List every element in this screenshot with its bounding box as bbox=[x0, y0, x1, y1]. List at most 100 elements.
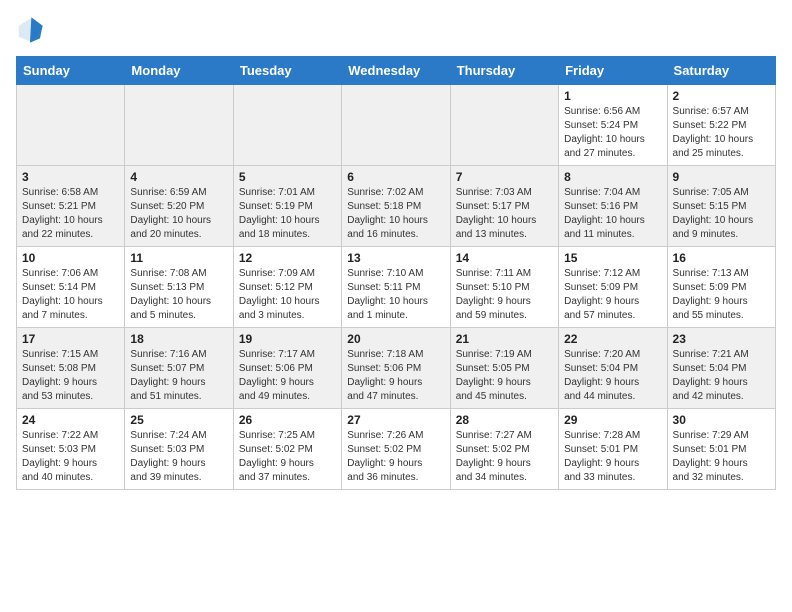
day-number: 9 bbox=[673, 170, 770, 184]
day-number: 24 bbox=[22, 413, 119, 427]
day-info: Sunrise: 6:59 AM Sunset: 5:20 PM Dayligh… bbox=[130, 186, 227, 242]
day-info: Sunrise: 7:16 AM Sunset: 5:07 PM Dayligh… bbox=[130, 348, 227, 404]
calendar-day-cell: 10 Sunrise: 7:06 AM Sunset: 5:14 PM Dayli… bbox=[17, 247, 125, 328]
day-info: Sunrise: 7:17 AM Sunset: 5:06 PM Dayligh… bbox=[239, 348, 336, 404]
logo bbox=[16, 16, 48, 44]
day-info: Sunrise: 7:28 AM Sunset: 5:01 PM Dayligh… bbox=[564, 429, 661, 485]
day-info: Sunrise: 7:03 AM Sunset: 5:17 PM Dayligh… bbox=[456, 186, 553, 242]
calendar-day-cell: 16Sunrise: 7:13 AM Sunset: 5:09 PM Dayli… bbox=[667, 247, 775, 328]
calendar-week-row: 24 Sunrise: 7:22 AM Sunset: 5:03 PM Dayli… bbox=[17, 409, 776, 490]
calendar-day-cell: 14 Sunrise: 7:11 AM Sunset: 5:10 PM Dayli… bbox=[450, 247, 558, 328]
day-number: 2 bbox=[673, 89, 770, 103]
day-info: Sunrise: 7:21 AM Sunset: 5:04 PM Dayligh… bbox=[673, 348, 770, 404]
calendar-day-cell: 22Sunrise: 7:20 AM Sunset: 5:04 PM Dayli… bbox=[559, 328, 667, 409]
day-number: 25 bbox=[130, 413, 227, 427]
calendar-day-cell: 27 Sunrise: 7:26 AM Sunset: 5:02 PM Dayli… bbox=[342, 409, 450, 490]
day-info: Sunrise: 7:09 AM Sunset: 5:12 PM Dayligh… bbox=[239, 267, 336, 323]
calendar-day-cell bbox=[125, 85, 233, 166]
day-number: 5 bbox=[239, 170, 336, 184]
calendar-day-cell: 21Sunrise: 7:19 AM Sunset: 5:05 PM Dayli… bbox=[450, 328, 558, 409]
day-number: 3 bbox=[22, 170, 119, 184]
day-number: 14 bbox=[456, 251, 553, 265]
calendar-day-cell bbox=[342, 85, 450, 166]
calendar-day-cell: 28 Sunrise: 7:27 AM Sunset: 5:02 PM Dayli… bbox=[450, 409, 558, 490]
day-number: 8 bbox=[564, 170, 661, 184]
day-number: 6 bbox=[347, 170, 444, 184]
calendar-day-cell bbox=[233, 85, 341, 166]
calendar-day-cell: 5 Sunrise: 7:01 AM Sunset: 5:19 PM Daylig… bbox=[233, 166, 341, 247]
day-number: 12 bbox=[239, 251, 336, 265]
calendar-day-cell: 18 Sunrise: 7:16 AM Sunset: 5:07 PM Dayli… bbox=[125, 328, 233, 409]
day-number: 1 bbox=[564, 89, 661, 103]
day-info: Sunrise: 7:18 AM Sunset: 5:06 PM Dayligh… bbox=[347, 348, 444, 404]
calendar-day-cell: 9 Sunrise: 7:05 AM Sunset: 5:15 PM Daylig… bbox=[667, 166, 775, 247]
calendar-day-cell: 1 Sunrise: 6:56 AM Sunset: 5:24 PM Daylig… bbox=[559, 85, 667, 166]
day-number: 18 bbox=[130, 332, 227, 346]
day-info: Sunrise: 7:06 AM Sunset: 5:14 PM Dayligh… bbox=[22, 267, 119, 323]
day-number: 27 bbox=[347, 413, 444, 427]
calendar-week-row: 1 Sunrise: 6:56 AM Sunset: 5:24 PM Daylig… bbox=[17, 85, 776, 166]
weekday-header: Sunday bbox=[17, 57, 125, 85]
day-number: 30 bbox=[673, 413, 770, 427]
day-info: Sunrise: 7:27 AM Sunset: 5:02 PM Dayligh… bbox=[456, 429, 553, 485]
day-info: Sunrise: 7:12 AM Sunset: 5:09 PM Dayligh… bbox=[564, 267, 661, 323]
day-info: Sunrise: 7:22 AM Sunset: 5:03 PM Dayligh… bbox=[22, 429, 119, 485]
day-info: Sunrise: 6:56 AM Sunset: 5:24 PM Dayligh… bbox=[564, 105, 661, 161]
day-info: Sunrise: 7:29 AM Sunset: 5:01 PM Dayligh… bbox=[673, 429, 770, 485]
day-number: 19 bbox=[239, 332, 336, 346]
calendar-day-cell: 2 Sunrise: 6:57 AM Sunset: 5:22 PM Daylig… bbox=[667, 85, 775, 166]
day-number: 26 bbox=[239, 413, 336, 427]
calendar-day-cell: 15Sunrise: 7:12 AM Sunset: 5:09 PM Dayli… bbox=[559, 247, 667, 328]
calendar-day-cell: 20 Sunrise: 7:18 AM Sunset: 5:06 PM Dayli… bbox=[342, 328, 450, 409]
calendar-day-cell: 6 Sunrise: 7:02 AM Sunset: 5:18 PM Daylig… bbox=[342, 166, 450, 247]
day-info: Sunrise: 7:10 AM Sunset: 5:11 PM Dayligh… bbox=[347, 267, 444, 323]
day-info: Sunrise: 7:04 AM Sunset: 5:16 PM Dayligh… bbox=[564, 186, 661, 242]
day-info: Sunrise: 7:02 AM Sunset: 5:18 PM Dayligh… bbox=[347, 186, 444, 242]
calendar-day-cell: 8 Sunrise: 7:04 AM Sunset: 5:16 PM Daylig… bbox=[559, 166, 667, 247]
calendar-day-cell: 12 Sunrise: 7:09 AM Sunset: 5:12 PM Dayli… bbox=[233, 247, 341, 328]
calendar-day-cell: 4 Sunrise: 6:59 AM Sunset: 5:20 PM Daylig… bbox=[125, 166, 233, 247]
calendar-day-cell: 11 Sunrise: 7:08 AM Sunset: 5:13 PM Dayli… bbox=[125, 247, 233, 328]
weekday-header: Saturday bbox=[667, 57, 775, 85]
weekday-header: Monday bbox=[125, 57, 233, 85]
calendar-day-cell: 24 Sunrise: 7:22 AM Sunset: 5:03 PM Dayli… bbox=[17, 409, 125, 490]
day-number: 13 bbox=[347, 251, 444, 265]
weekday-header: Tuesday bbox=[233, 57, 341, 85]
calendar-table: SundayMondayTuesdayWednesdayThursdayFrid… bbox=[16, 56, 776, 490]
day-info: Sunrise: 7:26 AM Sunset: 5:02 PM Dayligh… bbox=[347, 429, 444, 485]
day-number: 16 bbox=[673, 251, 770, 265]
day-number: 22 bbox=[564, 332, 661, 346]
calendar-day-cell: 13 Sunrise: 7:10 AM Sunset: 5:11 PM Dayli… bbox=[342, 247, 450, 328]
day-info: Sunrise: 7:24 AM Sunset: 5:03 PM Dayligh… bbox=[130, 429, 227, 485]
day-number: 28 bbox=[456, 413, 553, 427]
calendar-week-row: 3 Sunrise: 6:58 AM Sunset: 5:21 PM Daylig… bbox=[17, 166, 776, 247]
day-number: 21 bbox=[456, 332, 553, 346]
calendar-week-row: 17 Sunrise: 7:15 AM Sunset: 5:08 PM Dayli… bbox=[17, 328, 776, 409]
day-number: 20 bbox=[347, 332, 444, 346]
day-info: Sunrise: 6:57 AM Sunset: 5:22 PM Dayligh… bbox=[673, 105, 770, 161]
calendar-header-row: SundayMondayTuesdayWednesdayThursdayFrid… bbox=[17, 57, 776, 85]
weekday-header: Friday bbox=[559, 57, 667, 85]
calendar-day-cell: 26 Sunrise: 7:25 AM Sunset: 5:02 PM Dayli… bbox=[233, 409, 341, 490]
logo-icon bbox=[16, 16, 44, 44]
calendar-day-cell: 25 Sunrise: 7:24 AM Sunset: 5:03 PM Dayli… bbox=[125, 409, 233, 490]
calendar-day-cell bbox=[17, 85, 125, 166]
day-info: Sunrise: 7:15 AM Sunset: 5:08 PM Dayligh… bbox=[22, 348, 119, 404]
day-number: 7 bbox=[456, 170, 553, 184]
day-info: Sunrise: 7:25 AM Sunset: 5:02 PM Dayligh… bbox=[239, 429, 336, 485]
day-number: 17 bbox=[22, 332, 119, 346]
page-header bbox=[16, 16, 776, 44]
day-info: Sunrise: 7:08 AM Sunset: 5:13 PM Dayligh… bbox=[130, 267, 227, 323]
calendar-day-cell: 29 Sunrise: 7:28 AM Sunset: 5:01 PM Dayli… bbox=[559, 409, 667, 490]
calendar-week-row: 10 Sunrise: 7:06 AM Sunset: 5:14 PM Dayli… bbox=[17, 247, 776, 328]
calendar-day-cell bbox=[450, 85, 558, 166]
day-number: 10 bbox=[22, 251, 119, 265]
day-number: 29 bbox=[564, 413, 661, 427]
day-info: Sunrise: 7:01 AM Sunset: 5:19 PM Dayligh… bbox=[239, 186, 336, 242]
calendar-day-cell: 23Sunrise: 7:21 AM Sunset: 5:04 PM Dayli… bbox=[667, 328, 775, 409]
day-info: Sunrise: 7:05 AM Sunset: 5:15 PM Dayligh… bbox=[673, 186, 770, 242]
day-info: Sunrise: 7:11 AM Sunset: 5:10 PM Dayligh… bbox=[456, 267, 553, 323]
day-number: 11 bbox=[130, 251, 227, 265]
day-number: 4 bbox=[130, 170, 227, 184]
day-info: Sunrise: 6:58 AM Sunset: 5:21 PM Dayligh… bbox=[22, 186, 119, 242]
